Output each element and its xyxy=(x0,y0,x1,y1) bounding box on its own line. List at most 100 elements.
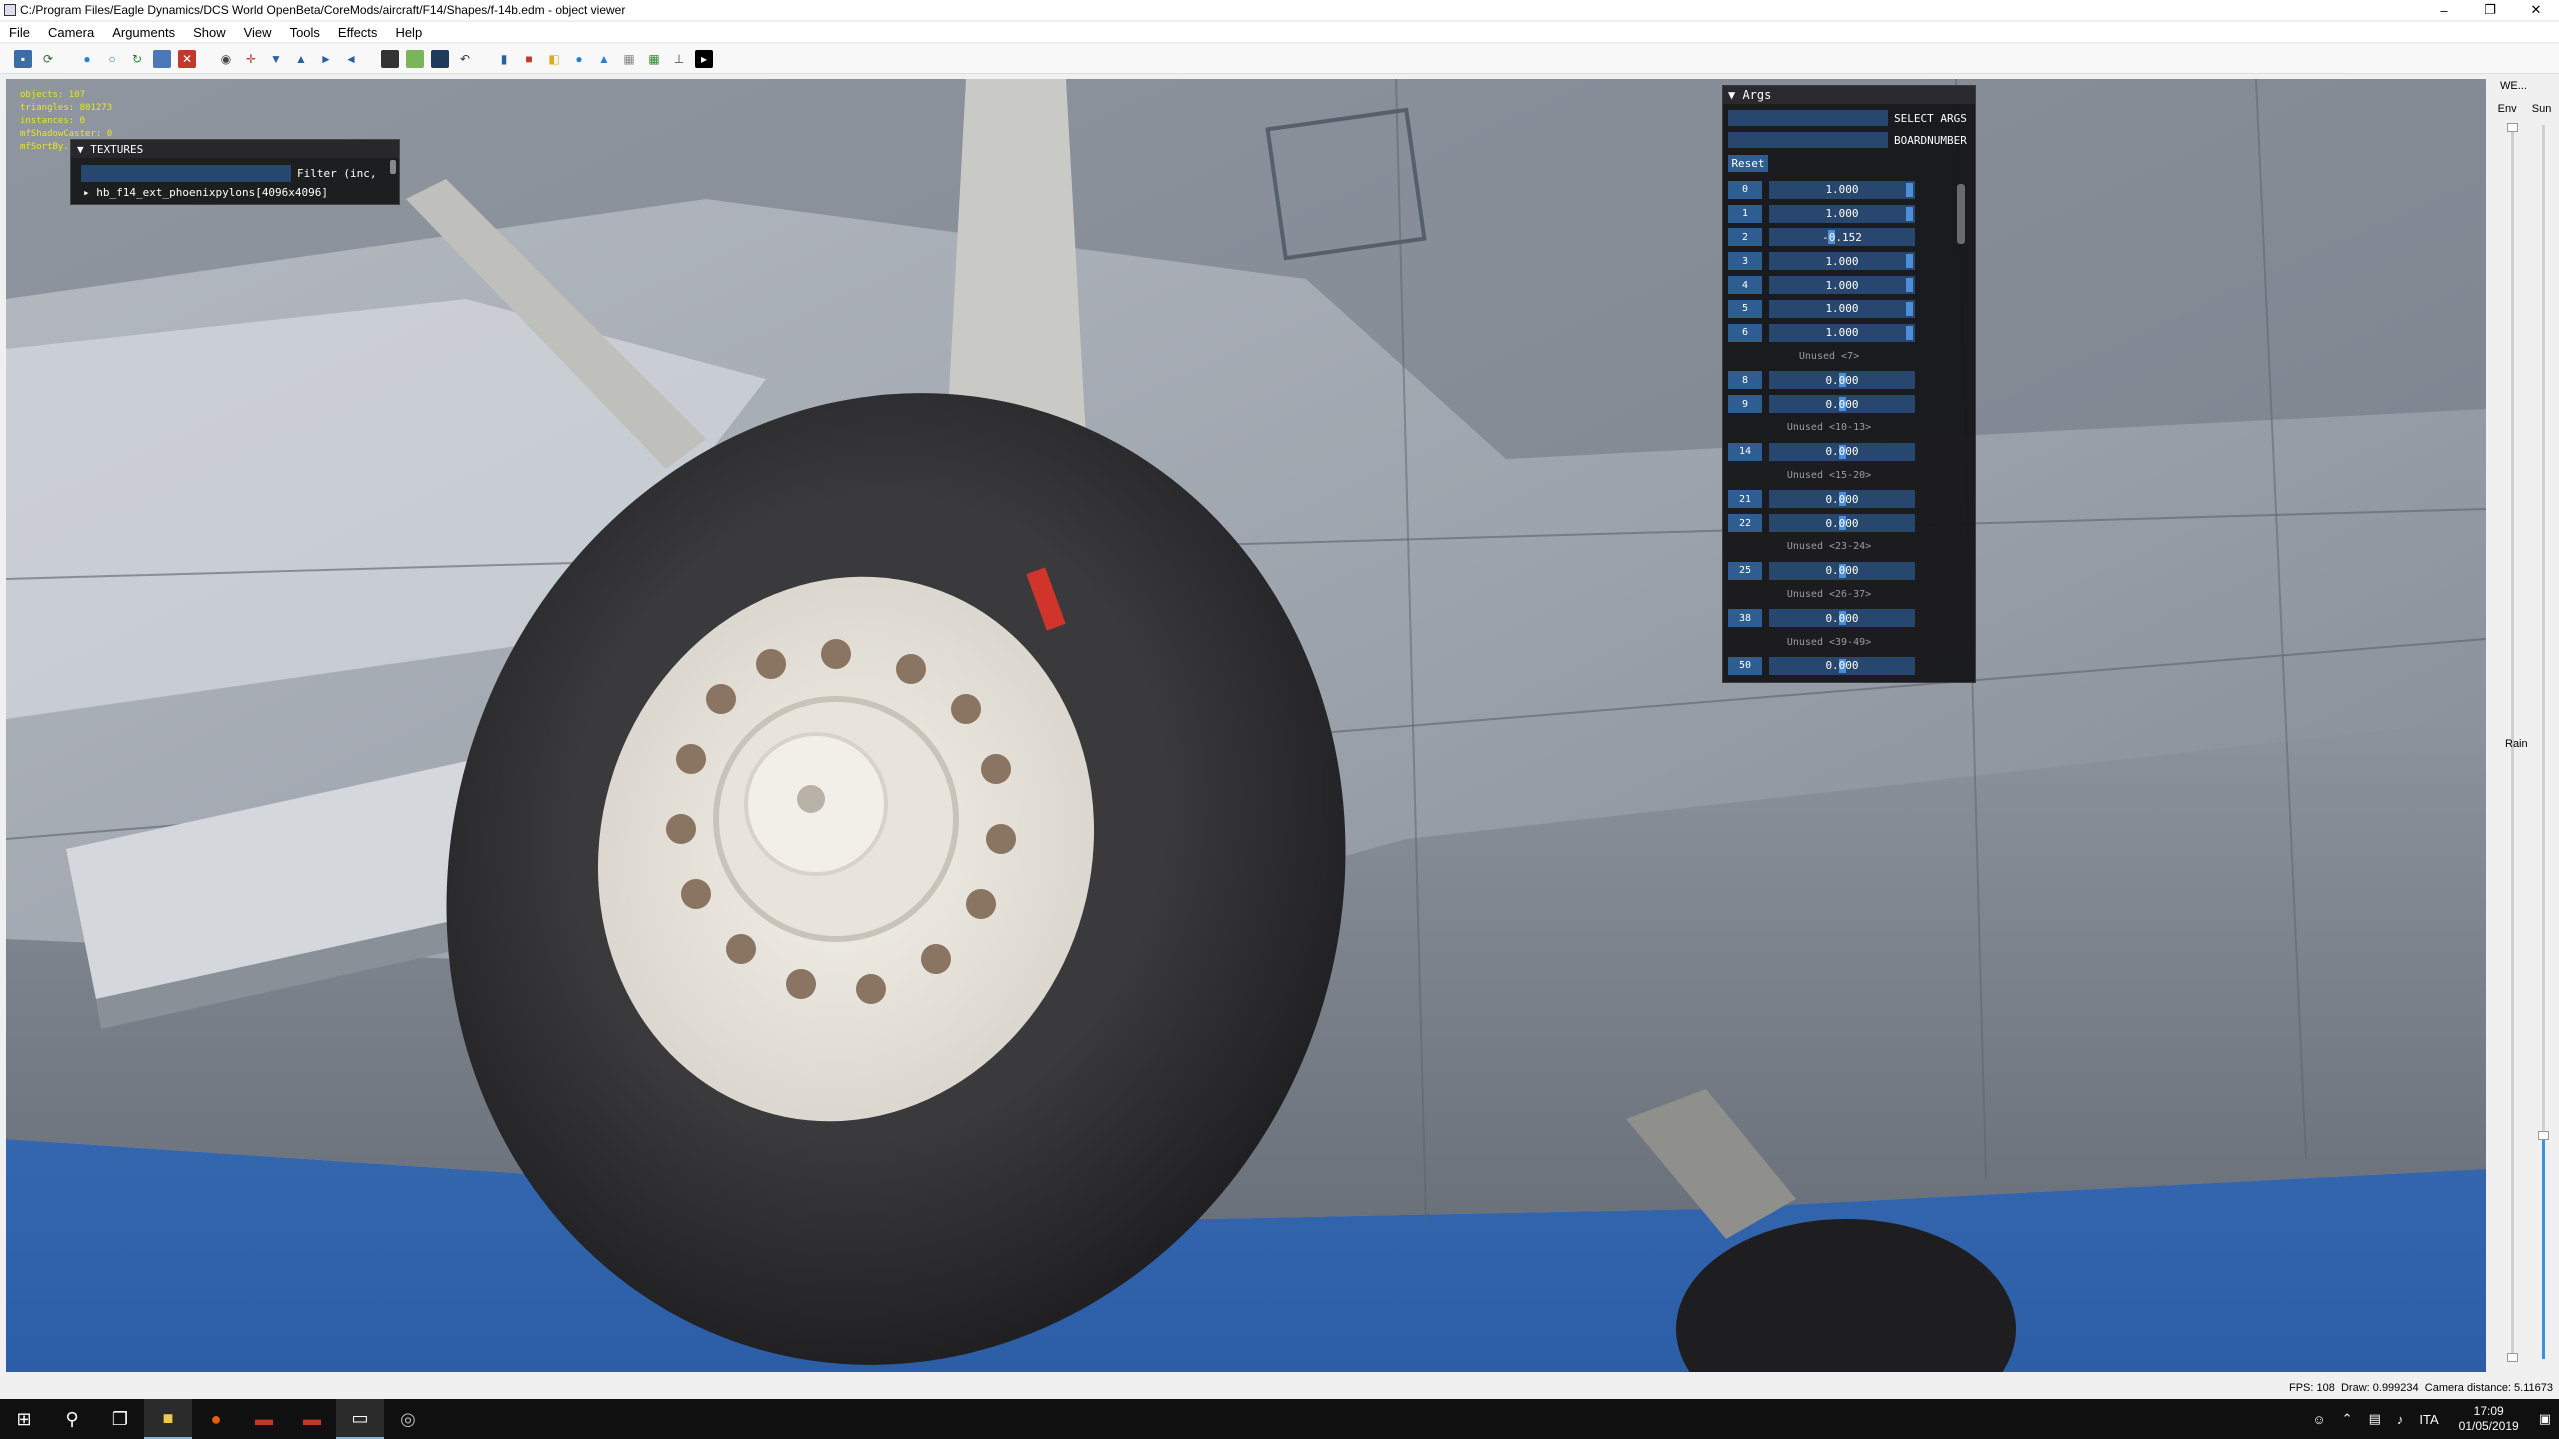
lamp-icon[interactable]: ▲ xyxy=(292,50,310,68)
arg-value-slider[interactable]: 1.000 xyxy=(1769,252,1915,271)
boardnumber-input[interactable] xyxy=(1728,132,1888,148)
textures-scrollbar[interactable] xyxy=(390,160,396,174)
refresh-icon[interactable]: ↻ xyxy=(128,50,146,68)
grid-icon[interactable]: ▦ xyxy=(620,50,638,68)
play-icon[interactable]: ► xyxy=(317,50,335,68)
image-icon[interactable] xyxy=(153,49,171,68)
undo-icon[interactable]: ↶ xyxy=(456,50,474,68)
firefox-icon[interactable]: ● xyxy=(192,1399,240,1439)
film-icon[interactable] xyxy=(381,49,399,68)
terrain-icon[interactable]: ▲ xyxy=(595,50,613,68)
rewind-icon[interactable]: ◄ xyxy=(342,50,360,68)
args-header[interactable]: ▼ Args xyxy=(1723,86,1975,104)
arg-index-button[interactable]: 1 xyxy=(1728,204,1762,223)
filter-icon[interactable]: ▼ xyxy=(267,50,285,68)
sun-slider-thumb[interactable] xyxy=(2538,1131,2549,1140)
arg-index-button[interactable]: 5 xyxy=(1728,299,1762,318)
texture-filter-input[interactable] xyxy=(81,164,291,182)
arg-index-button[interactable]: 8 xyxy=(1728,371,1762,390)
menu-view[interactable]: View xyxy=(235,25,281,40)
menu-show[interactable]: Show xyxy=(184,25,235,40)
reset-button[interactable]: Reset xyxy=(1728,155,1768,172)
console-icon[interactable]: ▸ xyxy=(695,49,713,68)
camera-icon[interactable]: ◉ xyxy=(217,50,235,68)
layers-icon[interactable]: ◧ xyxy=(545,50,563,68)
network-icon[interactable]: ▤ xyxy=(2369,1411,2381,1427)
arg-index-button[interactable]: 9 xyxy=(1728,395,1762,414)
menu-file[interactable]: File xyxy=(0,25,39,40)
orbit-icon[interactable]: ○ xyxy=(103,50,121,68)
search-icon[interactable]: ⚲ xyxy=(48,1399,96,1439)
arg-index-button[interactable]: 21 xyxy=(1728,490,1762,509)
display-icon[interactable] xyxy=(431,49,449,68)
modelviewer-icon[interactable]: ◎ xyxy=(384,1399,432,1439)
arg-slider-grab[interactable] xyxy=(1906,182,1913,197)
cube-icon[interactable]: ■ xyxy=(520,50,538,68)
select-args-combo[interactable] xyxy=(1728,110,1888,126)
texture-list-item[interactable]: ▸ hb_f14_ext_phoenixpylons[4096x4096] xyxy=(71,186,399,199)
arg-index-button[interactable]: 6 xyxy=(1728,323,1762,342)
arg-index-button[interactable]: 0 xyxy=(1728,180,1762,199)
arg-index-button[interactable]: 3 xyxy=(1728,252,1762,271)
maximize-button[interactable]: ❐ xyxy=(2467,0,2513,20)
arg-index-button[interactable]: 25 xyxy=(1728,561,1762,580)
notifications-icon[interactable]: ▣ xyxy=(2539,1411,2551,1427)
3d-viewport[interactable]: objects: 107 triangles: 801273 instances… xyxy=(6,79,2486,1372)
minimize-button[interactable]: – xyxy=(2421,0,2467,20)
menu-camera[interactable]: Camera xyxy=(39,25,103,40)
arg-value-slider[interactable]: 0.000 xyxy=(1769,442,1915,461)
menu-help[interactable]: Help xyxy=(386,25,431,40)
arg-index-button[interactable]: 2 xyxy=(1728,228,1762,247)
tray-expand-icon[interactable]: ⌃ xyxy=(2342,1411,2353,1427)
arg-value-slider[interactable]: 1.000 xyxy=(1769,323,1915,342)
arg-value-slider[interactable]: 0.000 xyxy=(1769,656,1915,675)
task-view-icon[interactable]: ❐ xyxy=(96,1399,144,1439)
args-scrollbar[interactable] xyxy=(1957,184,1965,244)
crosshair-icon[interactable]: ✛ xyxy=(242,50,260,68)
env-slider-track[interactable] xyxy=(2511,125,2514,785)
arg-index-button[interactable]: 50 xyxy=(1728,656,1762,675)
menu-tools[interactable]: Tools xyxy=(281,25,329,40)
clock[interactable]: 17:09 01/05/2019 xyxy=(2459,1404,2519,1434)
volume-icon[interactable]: ♪ xyxy=(2397,1412,2404,1427)
start-icon[interactable]: ⊞ xyxy=(0,1399,48,1439)
arg-index-button[interactable]: 14 xyxy=(1728,442,1762,461)
arg-value-slider[interactable]: 0.000 xyxy=(1769,609,1915,628)
arg-value-slider[interactable]: 1.000 xyxy=(1769,180,1915,199)
textures-header[interactable]: ▼ TEXTURES xyxy=(71,140,399,158)
menu-effects[interactable]: Effects xyxy=(329,25,387,40)
arg-value-slider[interactable]: -0.152 xyxy=(1769,228,1915,247)
rain-slider-thumb[interactable] xyxy=(2507,1353,2518,1362)
sphere-icon[interactable]: ● xyxy=(570,50,588,68)
arg-value-slider[interactable]: 0.000 xyxy=(1769,490,1915,509)
arg-slider-grab[interactable] xyxy=(1906,254,1913,269)
texture-icon[interactable]: ✕ xyxy=(178,49,196,68)
grid-green-icon[interactable]: ▦ xyxy=(645,50,663,68)
arg-value-slider[interactable]: 0.000 xyxy=(1769,514,1915,533)
arg-index-button[interactable]: 4 xyxy=(1728,276,1762,295)
language-indicator[interactable]: ITA xyxy=(2419,1412,2438,1427)
globe-icon[interactable]: ● xyxy=(78,50,96,68)
axes-icon[interactable]: ⊥ xyxy=(670,50,688,68)
dcs-openbeta-icon[interactable]: ▬ xyxy=(288,1399,336,1439)
arg-slider-grab[interactable] xyxy=(1906,301,1913,316)
save-icon[interactable]: ▪ xyxy=(14,49,32,68)
people-icon[interactable]: ☺ xyxy=(2312,1412,2325,1427)
reload-icon[interactable]: ⟳ xyxy=(39,50,57,68)
arg-value-slider[interactable]: 1.000 xyxy=(1769,276,1915,295)
menu-arguments[interactable]: Arguments xyxy=(103,25,184,40)
arg-value-slider[interactable]: 0.000 xyxy=(1769,561,1915,580)
arg-index-button[interactable]: 38 xyxy=(1728,609,1762,628)
arg-index-button[interactable]: 22 xyxy=(1728,514,1762,533)
render-icon[interactable] xyxy=(406,49,424,68)
arg-slider-grab[interactable] xyxy=(1906,325,1913,340)
arg-value-slider[interactable]: 1.000 xyxy=(1769,204,1915,223)
file-explorer-icon[interactable]: ■ xyxy=(144,1399,192,1439)
arg-value-slider[interactable]: 1.000 xyxy=(1769,299,1915,318)
arg-value-slider[interactable]: 0.000 xyxy=(1769,395,1915,414)
close-button[interactable]: ✕ xyxy=(2513,0,2559,20)
dcs-app-icon[interactable]: ▬ xyxy=(240,1399,288,1439)
env-slider-thumb[interactable] xyxy=(2507,123,2518,132)
arg-value-slider[interactable]: 0.000 xyxy=(1769,371,1915,390)
chart-icon[interactable]: ▮ xyxy=(495,50,513,68)
